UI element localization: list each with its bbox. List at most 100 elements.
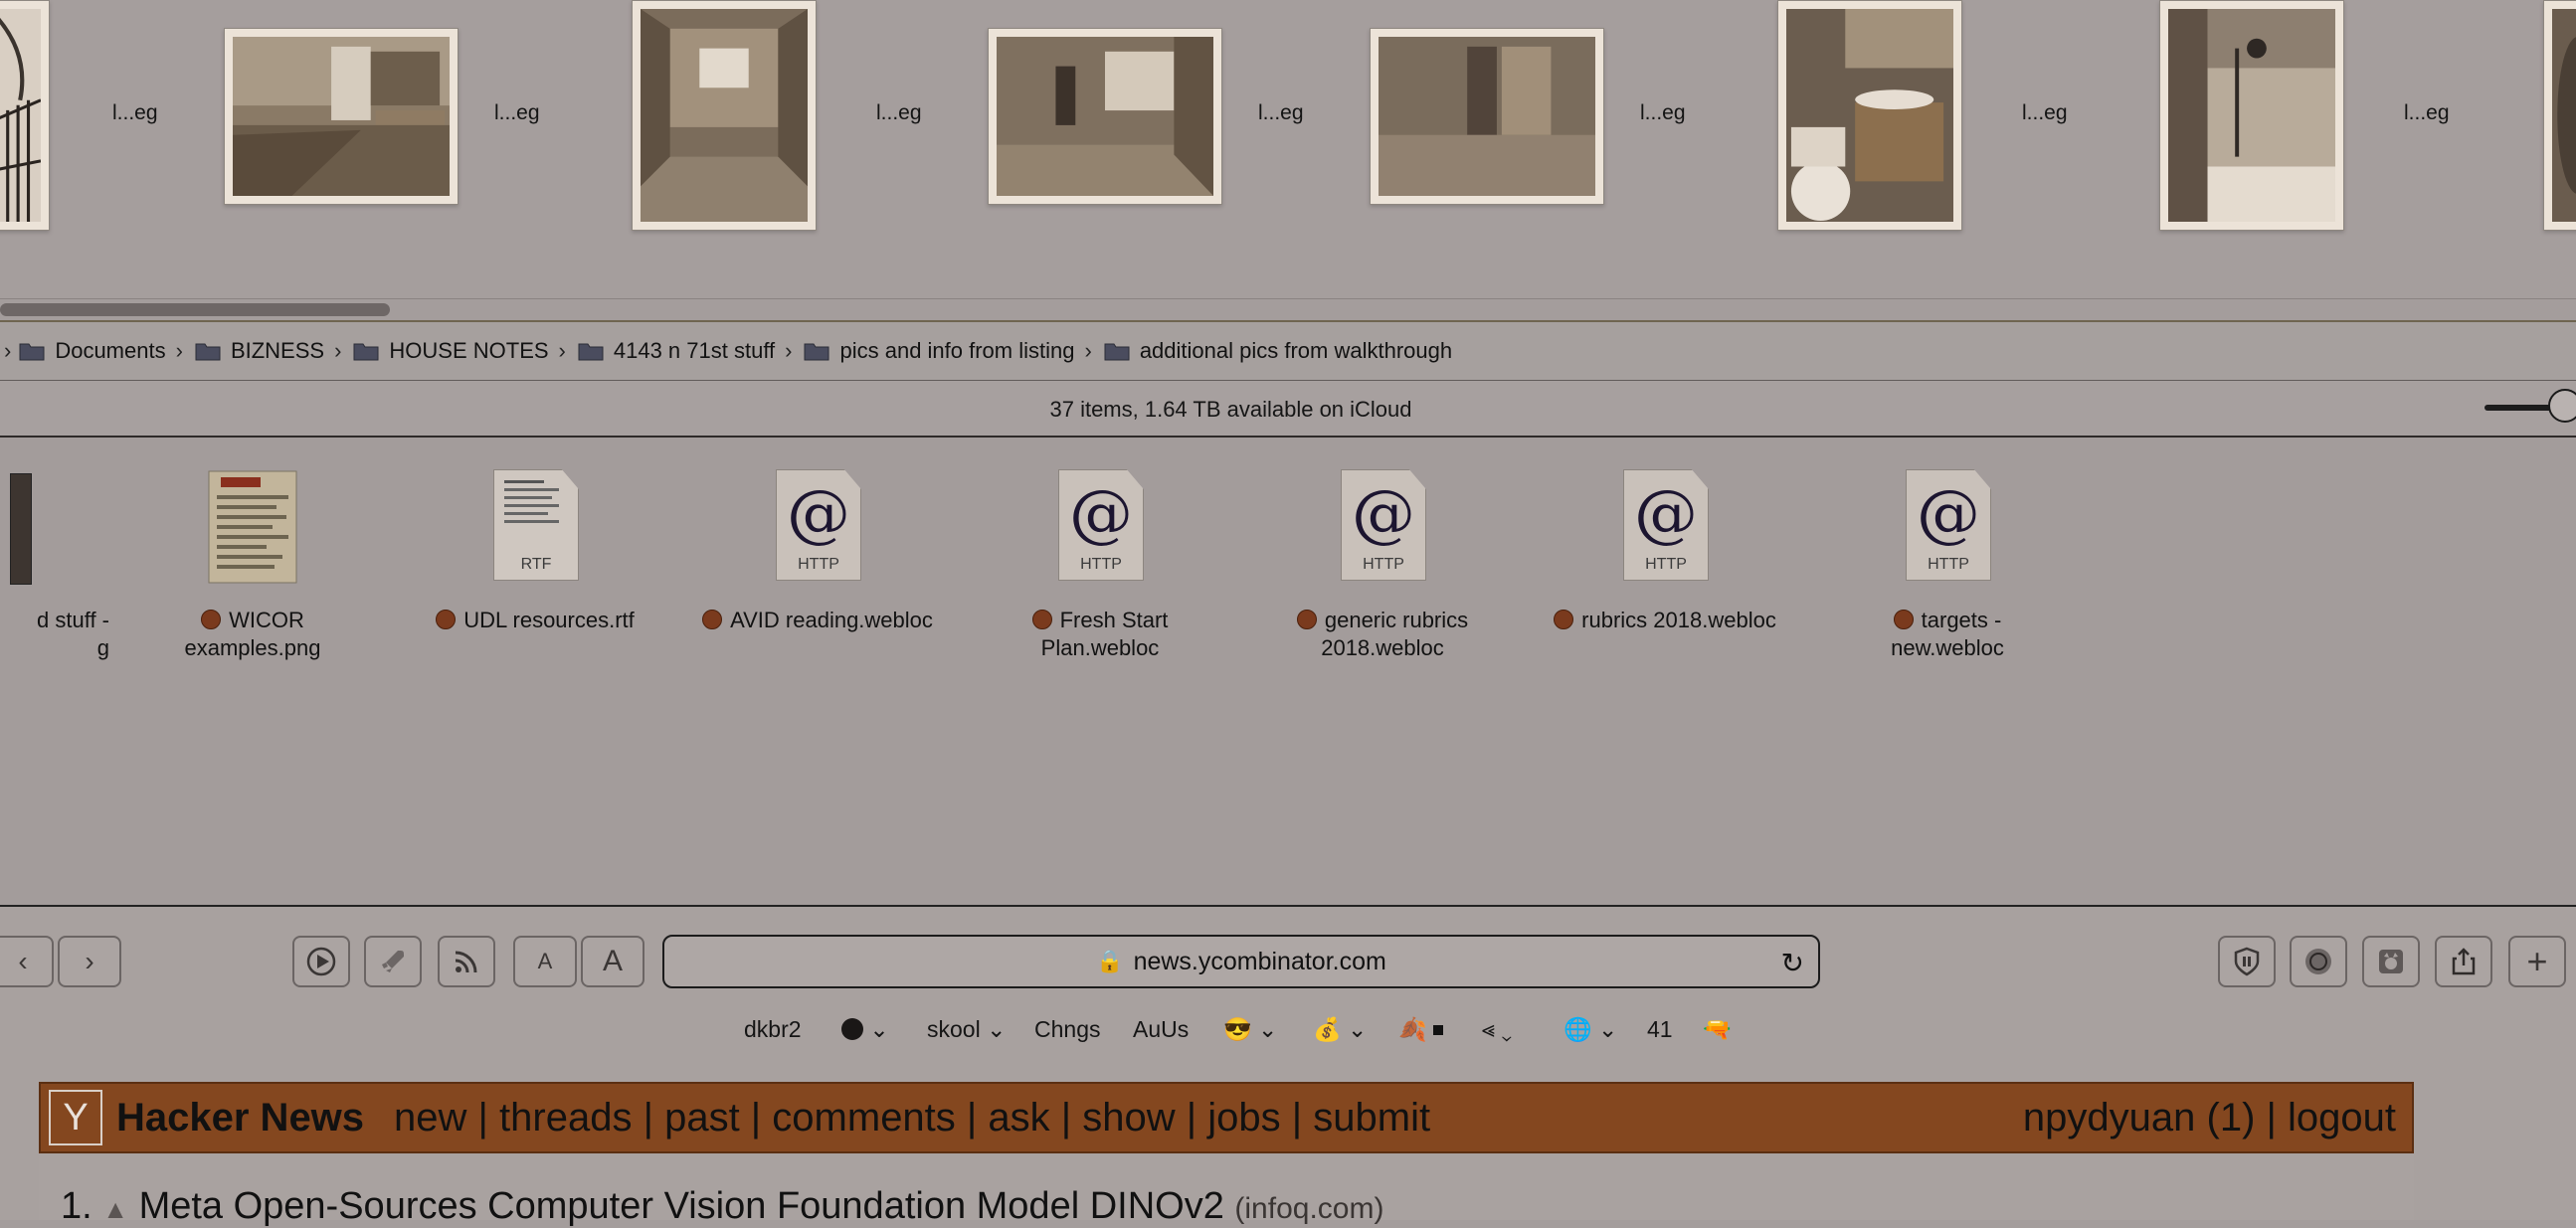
file-item[interactable]: WICOR examples.png — [123, 469, 382, 662]
gallery-label: l...eg — [1258, 101, 1304, 124]
tag-dot-icon — [1554, 610, 1574, 629]
bookmark-folder-dark[interactable]: ⌄ — [841, 1016, 889, 1043]
story-row: 1. ▲ Meta Open-Sources Computer Vision F… — [61, 1185, 1383, 1228]
webloc-icon: @ HTTP — [1619, 469, 1711, 587]
dark-circle-icon — [841, 1018, 863, 1040]
path-crumb-documents[interactable]: Documents › — [7, 338, 183, 364]
gallery-thumbnail[interactable] — [988, 28, 1222, 205]
font-large-label: A — [602, 945, 623, 977]
decrease-font-button[interactable]: A — [513, 936, 577, 987]
bookmark-dkbr2[interactable]: dkbr2 — [744, 1016, 802, 1043]
money-bag-icon: 💰 — [1313, 1016, 1342, 1042]
gallery-thumbnail[interactable] — [2543, 0, 2576, 231]
bookmark-folder-sunglasses[interactable]: 😎 ⌄ — [1223, 1016, 1277, 1043]
tag-dot-icon — [436, 610, 457, 629]
horizontal-scrollbar[interactable] — [0, 298, 2576, 320]
hn-site-title[interactable]: Hacker News — [116, 1096, 364, 1140]
path-crumb-house-notes[interactable]: HOUSE NOTES › — [341, 338, 566, 364]
clock-extension-button[interactable] — [2290, 936, 2347, 987]
hn-story-list: 1. ▲ Meta Open-Sources Computer Vision F… — [39, 1153, 2414, 1227]
folder-icon — [195, 341, 221, 361]
path-crumb-label: additional pics from walkthrough — [1139, 338, 1453, 363]
bookmark-folder-arrows[interactable]: ⪡ ⌄ — [1482, 1016, 1512, 1043]
file-item[interactable]: @ HTTP generic rubrics 2018.webloc — [1253, 469, 1512, 662]
cat-extension-button[interactable] — [2362, 936, 2420, 987]
photo-empty-room — [641, 9, 808, 222]
photo-bathroom — [1786, 9, 1953, 222]
file-item[interactable]: @ HTTP rubrics 2018.webloc — [1536, 469, 1794, 634]
play-extension-button[interactable] — [292, 936, 350, 987]
forward-button[interactable]: › — [58, 936, 121, 987]
gallery-label: l...eg — [494, 101, 540, 124]
path-crumb-label: BIZNESS — [230, 338, 325, 363]
file-kind-label: RTF — [520, 556, 552, 573]
hn-user-links[interactable]: npydyuan (1) | logout — [2023, 1096, 2396, 1140]
bookmark-leaves[interactable]: 🍂 — [1398, 1016, 1444, 1043]
webloc-icon: @ HTTP — [772, 469, 863, 587]
rocket-extension-button[interactable] — [364, 936, 422, 987]
gallery-thumbnail[interactable] — [0, 0, 50, 231]
share-button[interactable] — [2435, 936, 2492, 987]
arrows-icon: ⪡ — [1482, 1016, 1495, 1042]
story-site[interactable]: (infoq.com) — [1234, 1192, 1383, 1225]
slider-knob[interactable] — [2548, 389, 2576, 423]
file-name: WICOR examples.png — [184, 608, 321, 660]
hn-logo[interactable]: Y — [49, 1090, 102, 1145]
file-item[interactable]: RTF UDL resources.rtf — [406, 469, 664, 634]
bookmark-folder-money[interactable]: 💰 ⌄ — [1313, 1016, 1367, 1043]
reload-icon[interactable]: ↻ — [1781, 947, 1804, 979]
gallery-thumbnail[interactable] — [2159, 0, 2344, 231]
water-gun-icon: 🔫 — [1703, 1016, 1732, 1042]
back-button[interactable]: ‹ — [0, 936, 54, 987]
story-title-link[interactable]: Meta Open-Sources Computer Vision Founda… — [139, 1185, 1224, 1227]
gallery-thumbnail[interactable] — [632, 0, 817, 231]
file-item[interactable]: d stuff -g — [0, 469, 109, 662]
file-name: Fresh Start Plan.webloc — [971, 607, 1229, 662]
path-crumb-bizness[interactable]: BIZNESS › — [183, 338, 341, 364]
bookmark-folder-skool[interactable]: skool ⌄ — [927, 1016, 1006, 1043]
bookmark-41[interactable]: 41 — [1647, 1016, 1673, 1043]
bookmark-auus[interactable]: AuUs — [1133, 1016, 1189, 1043]
file-item[interactable]: @ HTTP AVID reading.webloc — [688, 469, 947, 634]
scrollbar-thumb[interactable] — [0, 303, 390, 316]
gallery-thumbnail[interactable] — [1370, 28, 1604, 205]
cat-icon — [2379, 950, 2403, 973]
share-icon — [2452, 948, 2476, 975]
play-icon — [306, 947, 336, 976]
chevron-right-icon: › — [1084, 338, 1092, 363]
hn-nav-links[interactable]: new | threads | past | comments | ask | … — [394, 1096, 1430, 1140]
file-kind-label: HTTP — [1928, 556, 1969, 573]
bookmark-water-gun[interactable]: 🔫 — [1703, 1016, 1732, 1043]
chevron-right-icon: › — [334, 338, 342, 363]
shield-pause-icon — [2234, 947, 2260, 976]
gallery-thumbnail[interactable] — [224, 28, 459, 205]
tag-dot-icon — [1031, 610, 1052, 629]
increase-font-button[interactable]: A — [581, 936, 644, 987]
image-file-icon — [10, 469, 101, 587]
path-crumb-4143[interactable]: 4143 n 71st stuff › — [566, 338, 792, 364]
photo-bedroom — [1379, 37, 1595, 196]
rss-button[interactable] — [438, 936, 495, 987]
bookmark-folder-globe[interactable]: 🌐 ⌄ — [1564, 1016, 1617, 1043]
photo-shower — [2168, 9, 2335, 222]
path-crumb-listing[interactable]: pics and info from listing › — [792, 338, 1092, 364]
clock-icon — [2305, 949, 2331, 974]
gallery-thumbnail[interactable] — [1777, 0, 1962, 231]
path-crumb-walkthrough[interactable]: additional pics from walkthrough — [1092, 338, 1452, 364]
folder-icon — [353, 341, 379, 361]
file-kind-label: HTTP — [1363, 556, 1404, 573]
file-item[interactable]: @ HTTP Fresh Start Plan.webloc — [971, 469, 1229, 662]
new-tab-button[interactable]: + — [2508, 936, 2566, 987]
gallery-strip: l...eg l...eg l...eg l...eg l...eg l...e… — [0, 0, 2576, 298]
icon-size-slider[interactable] — [2484, 389, 2576, 423]
file-name: rubrics 2018.webloc — [1536, 607, 1794, 634]
chevron-right-icon: › — [558, 338, 566, 363]
bookmark-chngs[interactable]: Chngs — [1034, 1016, 1100, 1043]
url-text: news.ycombinator.com — [1133, 947, 1386, 975]
pause-extension-button[interactable] — [2218, 936, 2276, 987]
globe-icon: 🌐 — [1564, 1016, 1592, 1042]
address-bar[interactable]: 🔒 news.ycombinator.com ↻ — [662, 935, 1820, 988]
gallery-label: l...eg — [112, 101, 158, 124]
file-item[interactable]: @ HTTP targets - new.webloc — [1818, 469, 2077, 662]
gallery-label: l...eg — [876, 101, 922, 124]
